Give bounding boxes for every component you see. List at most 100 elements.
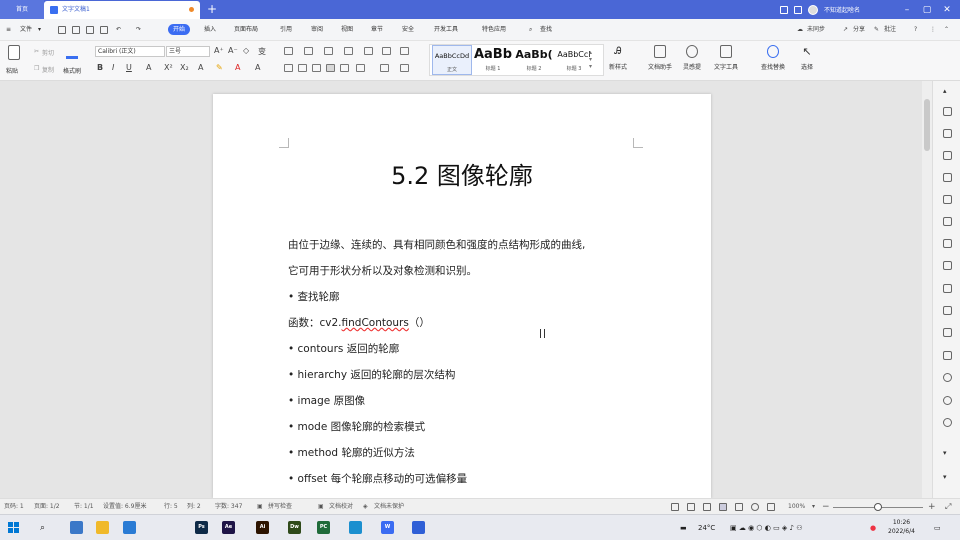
fit-icon[interactable]: ⤢: [945, 499, 951, 515]
clock[interactable]: 10:26 2022/6/4: [888, 518, 915, 536]
doc-icon[interactable]: [943, 261, 952, 270]
help-circle-icon[interactable]: [943, 418, 952, 427]
doc-assistant-button[interactable]: 文档助手: [643, 45, 677, 71]
align-center-icon[interactable]: [298, 64, 307, 72]
undo-icon[interactable]: ↶: [116, 19, 121, 41]
shrink-font-icon[interactable]: A⁻: [228, 46, 238, 55]
document-page[interactable]: 5.2 图像轮廓 由位于边缘、连续的、具有相同颜色和强度的点结构形成的曲线, 它…: [213, 94, 711, 498]
location-icon[interactable]: [943, 373, 952, 382]
explorer-app-icon[interactable]: [96, 521, 109, 534]
tab-special[interactable]: 特色应用: [482, 19, 506, 41]
paste-icon[interactable]: [8, 45, 20, 60]
temperature[interactable]: 24°C: [698, 515, 715, 541]
align-right-icon[interactable]: [312, 64, 321, 72]
image-icon[interactable]: [943, 351, 952, 360]
numbered-list-icon[interactable]: [304, 47, 313, 55]
adjust-icon[interactable]: [943, 239, 952, 248]
illustrator-app-icon[interactable]: Ai: [256, 521, 269, 534]
tab-view[interactable]: 视图: [341, 19, 353, 41]
grow-font-icon[interactable]: A⁺: [214, 46, 224, 55]
export-side-icon[interactable]: [943, 284, 952, 293]
widget-icon[interactable]: [943, 195, 952, 204]
files-app-icon[interactable]: [123, 521, 136, 534]
format-painter-button[interactable]: 格式刷: [63, 66, 81, 75]
chart-icon[interactable]: [943, 217, 952, 226]
layout-icon[interactable]: [794, 5, 802, 14]
style-normal[interactable]: AaBbCcDd 正文: [432, 45, 472, 75]
tab-insert[interactable]: 插入: [204, 19, 216, 41]
indent-icon[interactable]: [344, 47, 353, 55]
view-icon[interactable]: [703, 503, 711, 511]
phonetic-icon[interactable]: 变: [258, 46, 266, 57]
spell-check-button[interactable]: 拼写检查: [268, 499, 292, 515]
tab-document[interactable]: 文字文稿1: [44, 1, 200, 19]
sort-icon[interactable]: [382, 47, 391, 55]
tile-icon[interactable]: [780, 5, 788, 14]
start-icon[interactable]: [8, 522, 20, 534]
italic-icon[interactable]: I: [112, 63, 114, 72]
proof-button[interactable]: 文档校对: [329, 499, 353, 515]
tray-icons[interactable]: ▣ ☁ ◉ ⬡ ◐ ▭ ◈ ♪ ⚇: [730, 515, 802, 541]
select-button[interactable]: ↖ 选择: [790, 45, 824, 71]
translate-icon[interactable]: [943, 306, 952, 315]
photoshop-app-icon[interactable]: Ps: [195, 521, 208, 534]
save-icon[interactable]: [58, 26, 66, 34]
bold-icon[interactable]: B: [97, 63, 103, 72]
chevron-down-icon[interactable]: ▾: [38, 19, 41, 41]
hamburger-icon[interactable]: ≡: [6, 19, 11, 41]
chinese-layout-icon[interactable]: [364, 47, 373, 55]
text-effect-icon[interactable]: A: [198, 63, 203, 72]
new-style-button[interactable]: Ꭿ 新样式: [601, 45, 635, 71]
preview-icon[interactable]: [100, 26, 108, 34]
highlight-icon[interactable]: ✎: [216, 63, 223, 72]
zoom-slider-knob[interactable]: [874, 503, 882, 511]
outdent-icon[interactable]: [324, 47, 333, 55]
tab-review[interactable]: 审阅: [311, 19, 323, 41]
clear-format-icon[interactable]: ◇: [243, 46, 249, 55]
copy-button[interactable]: 复制: [42, 65, 54, 74]
outline-view-icon[interactable]: [735, 503, 743, 511]
status-words[interactable]: 字数: 347: [215, 499, 242, 515]
pen-icon[interactable]: [943, 107, 952, 116]
dreamweaver-app-icon[interactable]: Dw: [288, 521, 301, 534]
subscript-icon[interactable]: X₂: [180, 63, 189, 72]
status-page-number[interactable]: 页码: 1: [4, 499, 24, 515]
form-icon[interactable]: [943, 328, 952, 337]
menu-file[interactable]: 文件: [20, 19, 32, 41]
style-gallery-scroll[interactable]: ▴ ▾ ▾: [589, 49, 597, 70]
underline-icon[interactable]: U: [126, 63, 132, 72]
search-icon[interactable]: ⌕: [529, 19, 532, 41]
collapse-panel-icon[interactable]: ▴: [943, 87, 952, 96]
wps-app-icon[interactable]: W: [381, 521, 394, 534]
tab-home-ribbon[interactable]: 开始: [168, 24, 191, 35]
border-icon[interactable]: [400, 64, 409, 72]
align-left-icon[interactable]: [284, 64, 293, 72]
print-icon[interactable]: [86, 26, 94, 34]
line-spacing-icon[interactable]: [356, 64, 365, 72]
char-border-icon[interactable]: A: [255, 63, 260, 72]
zoom-in-icon[interactable]: +: [928, 499, 936, 515]
zoom-out-icon[interactable]: −: [822, 499, 830, 515]
font-size-select[interactable]: 三号: [166, 46, 210, 57]
read-view-icon[interactable]: [767, 503, 775, 511]
protect-status[interactable]: 文档未保护: [374, 499, 404, 515]
sync-status[interactable]: 未同步: [807, 19, 825, 41]
restore-icon[interactable]: ▢: [920, 5, 934, 15]
tab-layout[interactable]: 页面布局: [234, 19, 258, 41]
minimize-icon[interactable]: –: [900, 5, 914, 15]
pycharm-app-icon[interactable]: PC: [317, 521, 330, 534]
show-marks-icon[interactable]: [400, 47, 409, 55]
style-heading-1[interactable]: AaBb 标题 1: [472, 45, 514, 75]
chevron-down-icon[interactable]: ▾: [943, 473, 952, 482]
new-tab-button[interactable]: +: [207, 0, 217, 19]
font-color-icon[interactable]: A: [235, 63, 240, 72]
folder-app-icon[interactable]: [70, 521, 83, 534]
superscript-icon[interactable]: X²: [164, 63, 173, 72]
notification-icon[interactable]: ▭: [934, 515, 941, 541]
avatar[interactable]: [808, 4, 818, 15]
font-name-select[interactable]: Calibri (正文): [95, 46, 165, 57]
tab-security[interactable]: 安全: [402, 19, 414, 41]
edge-app-icon[interactable]: [349, 521, 362, 534]
text-tools-button[interactable]: 文字工具: [709, 45, 743, 71]
history-icon[interactable]: [943, 396, 952, 405]
